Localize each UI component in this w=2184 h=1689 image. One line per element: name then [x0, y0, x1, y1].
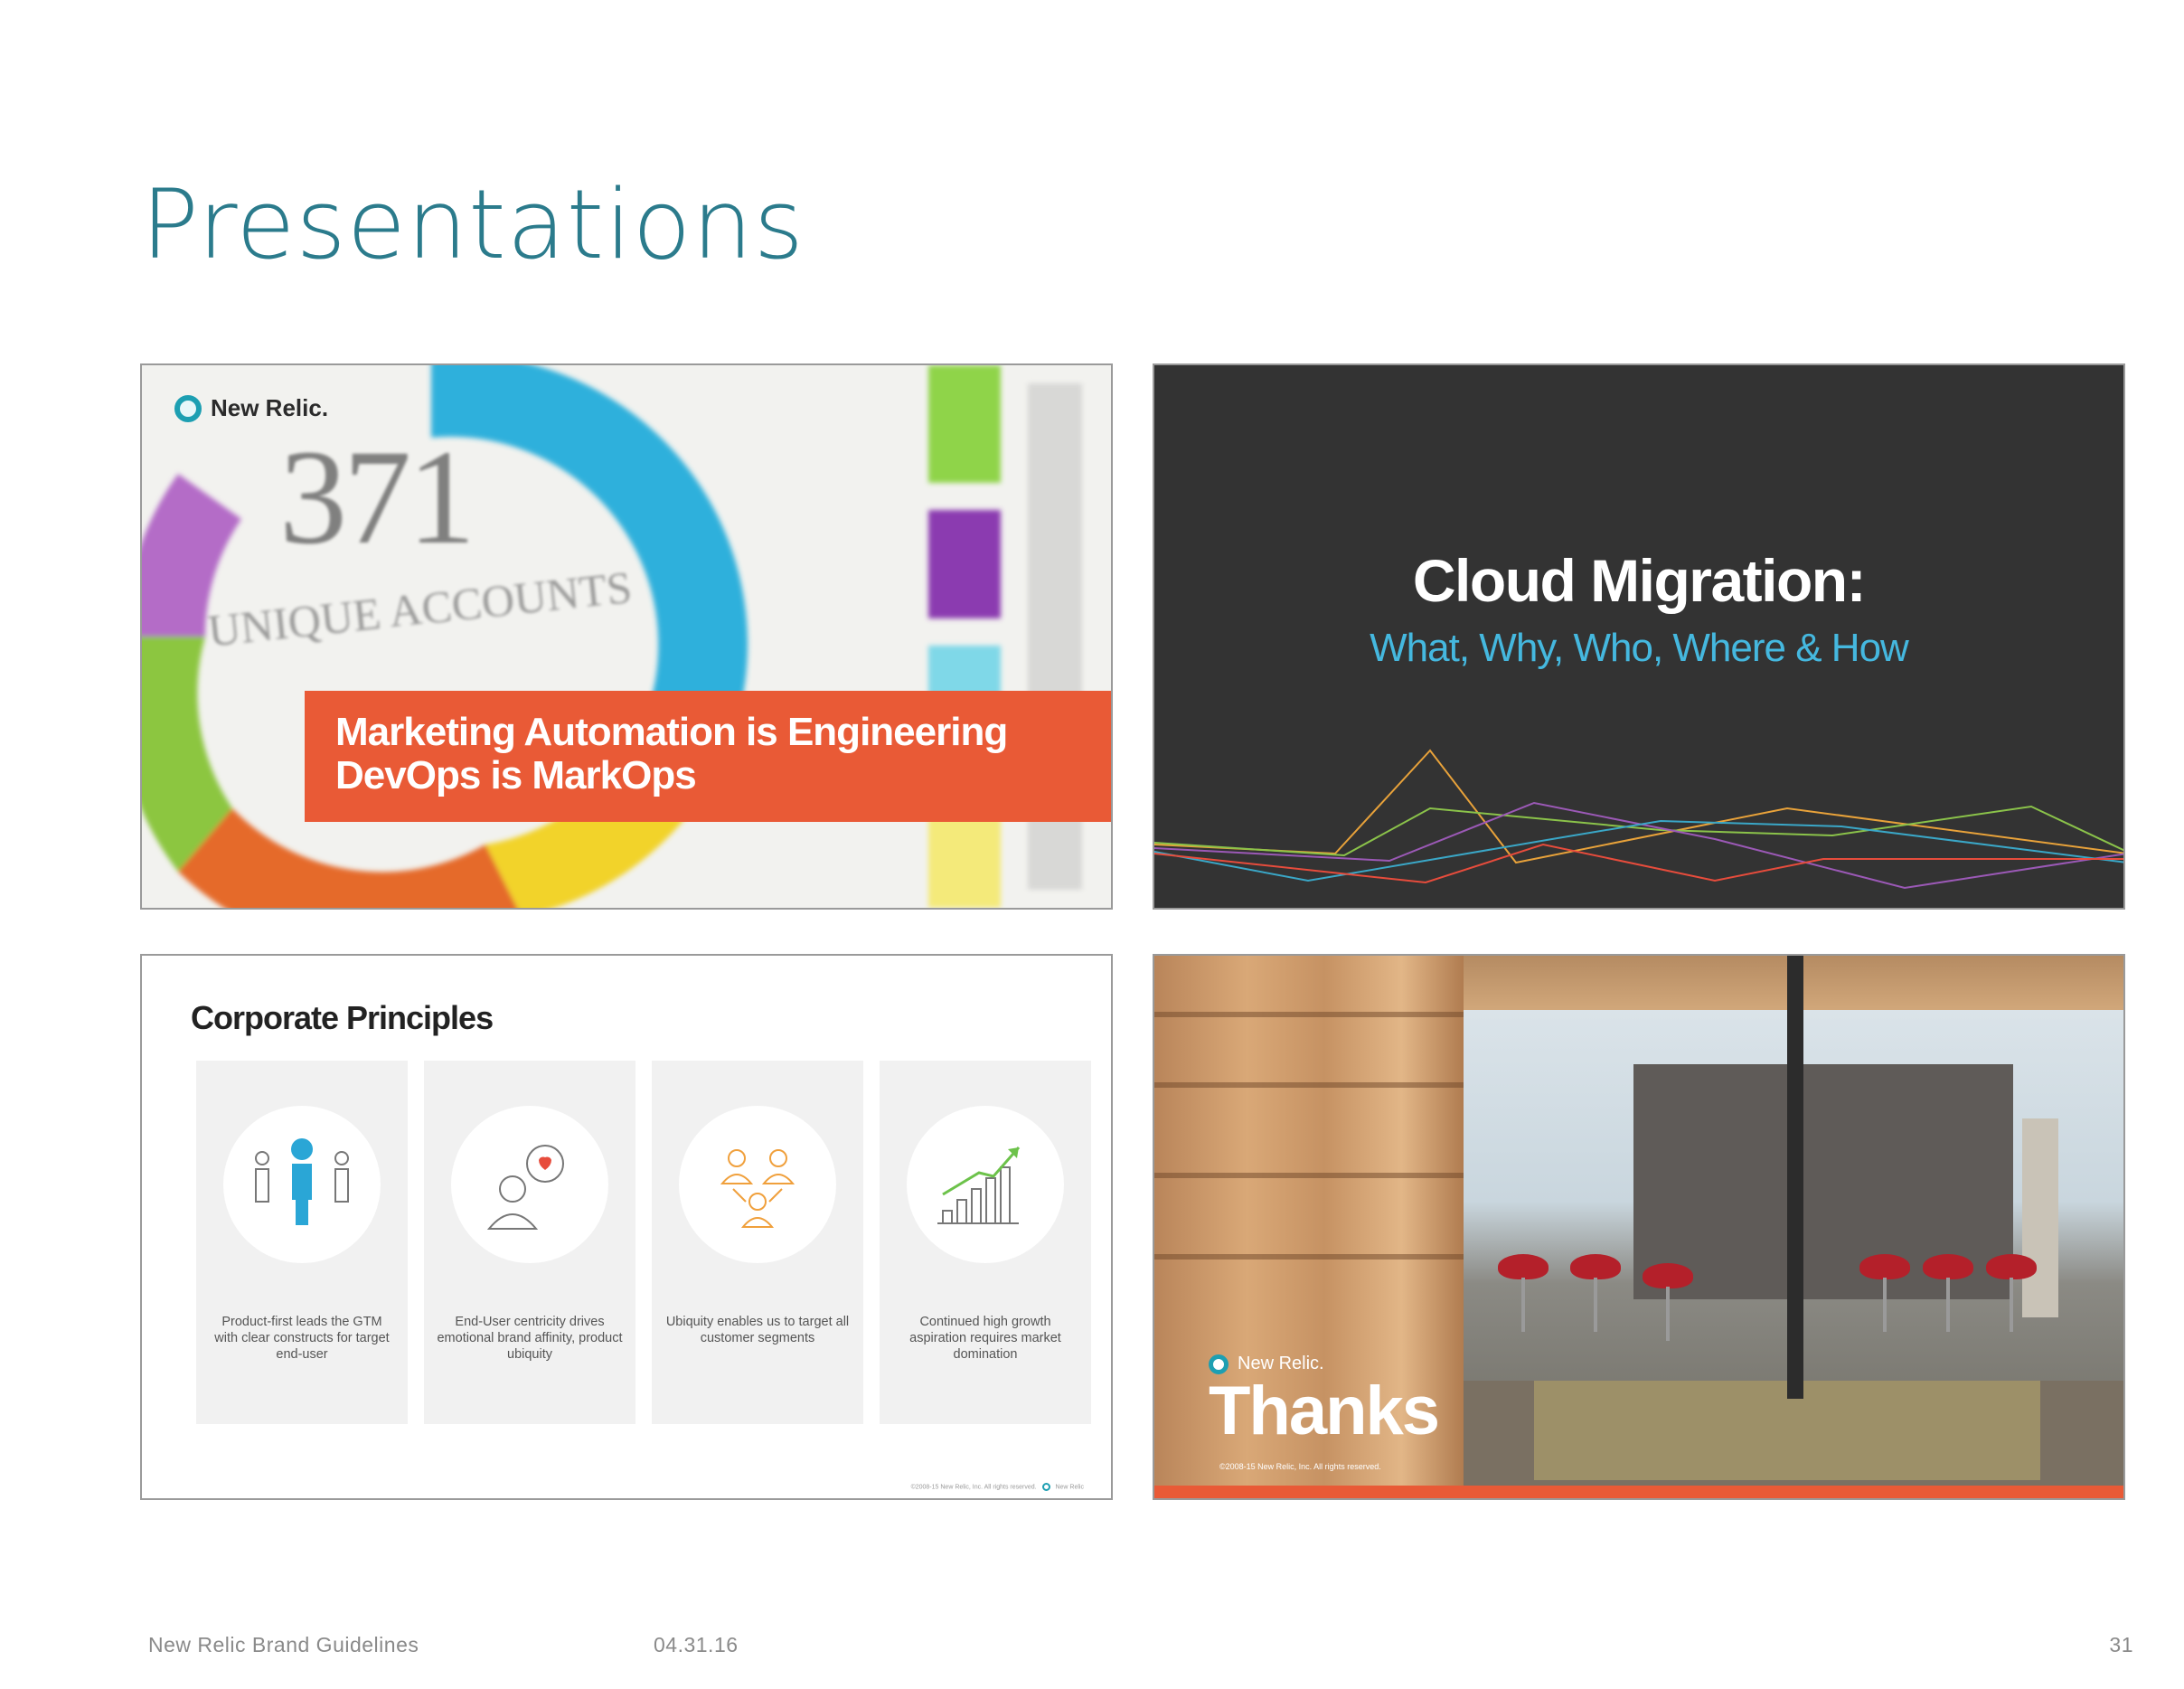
people-icon: [255, 1138, 349, 1225]
office-photo-pillar: [1787, 956, 1803, 1399]
card-text: End-User centricity drives emotional bra…: [437, 1315, 623, 1362]
principle-card: End-User centricity drives emotional bra…: [424, 1061, 635, 1424]
stool-leg: [2010, 1278, 2013, 1332]
red-stool: [1986, 1254, 2037, 1279]
headline-line-1: Marketing Automation is Engineering: [335, 710, 1008, 754]
wood-slat: [1154, 1173, 1464, 1178]
heart-chat-icon: [486, 1145, 564, 1230]
stool-leg: [1594, 1278, 1597, 1332]
principle-card: Ubiquity enables us to target all custom…: [652, 1061, 863, 1424]
line-blue: [1154, 819, 2123, 882]
card-text: Ubiquity enables us to target all custom…: [665, 1315, 850, 1345]
stool-leg: [1666, 1287, 1670, 1341]
slide-corporate-principles[interactable]: Corporate Principles Product-first leads…: [140, 954, 1113, 1500]
wood-slat: [1154, 1012, 1464, 1017]
red-stool: [1859, 1254, 1910, 1279]
footer-doc-name: New Relic Brand Guidelines: [148, 1633, 419, 1656]
footer-page-number: 31: [2109, 1633, 2133, 1656]
slide-title: Cloud Migration:: [1412, 547, 1867, 614]
footer-logo-text: New Relic: [1055, 1484, 1084, 1491]
red-stool: [1923, 1254, 1973, 1279]
stool-leg: [1946, 1278, 1950, 1332]
card-text: Continued high growth aspiration require…: [909, 1315, 1061, 1362]
slide-footer: ©2008-15 New Relic, Inc. All rights rese…: [911, 1483, 1084, 1491]
red-stool: [1570, 1254, 1621, 1279]
card-icon-circle: [451, 1106, 608, 1263]
line-green: [1154, 805, 2123, 857]
office-photo-clock-tower: [2022, 1118, 2058, 1317]
new-relic-logo: New Relic.: [174, 394, 328, 422]
slide-marketing-automation[interactable]: New Relic. 371 UNIQUE ACCOUNTS Marketing…: [140, 363, 1113, 910]
footer-date: 04.31.16: [654, 1633, 739, 1656]
principle-card: Continued high growth aspiration require…: [880, 1061, 1091, 1424]
page-title: Presentations: [141, 169, 805, 280]
accent-bar: [1154, 1486, 2123, 1498]
headline-box: Marketing Automation is Engineering DevO…: [305, 691, 1111, 822]
wood-slat: [1154, 1082, 1464, 1088]
line-orange: [1154, 749, 2123, 864]
red-stool: [1498, 1254, 1549, 1279]
line-purple: [1154, 801, 2123, 890]
new-relic-logo-icon: [1041, 1483, 1050, 1491]
slide-cloud-migration[interactable]: Cloud Migration: What, Why, Who, Where &…: [1153, 363, 2125, 910]
network-people-icon: [720, 1149, 795, 1228]
wood-slat: [1154, 1254, 1464, 1260]
card-icon-circle: [907, 1106, 1064, 1263]
new-relic-logo-icon: [174, 394, 202, 422]
principle-card: Product-first leads the GTM with clear c…: [196, 1061, 408, 1424]
slide-copyright: ©2008-15 New Relic, Inc. All rights rese…: [1219, 1462, 1381, 1471]
red-stool: [1643, 1263, 1693, 1288]
slide-copyright: ©2008-15 New Relic, Inc. All rights rese…: [910, 1484, 1037, 1491]
slide-title: Thanks: [1209, 1373, 1440, 1449]
card-text: Product-first leads the GTM with clear c…: [214, 1315, 390, 1362]
card-icon-circle: [223, 1106, 381, 1263]
growth-chart-icon: [937, 1146, 1021, 1224]
slide-thanks[interactable]: New Relic. Thanks ©2008-15 New Relic, In…: [1153, 954, 2125, 1500]
slide-subtitle: What, Why, Who, Where & How: [1370, 626, 1909, 670]
decorative-line-graph: [1154, 749, 2123, 890]
stool-leg: [1883, 1278, 1887, 1332]
headline-line-2: DevOps is MarkOps: [335, 753, 697, 797]
slide-title: Corporate Principles: [191, 999, 494, 1036]
background-number: 371: [279, 422, 475, 572]
stool-leg: [1521, 1278, 1525, 1332]
card-icon-circle: [679, 1106, 836, 1263]
logo-text: New Relic.: [211, 394, 329, 421]
